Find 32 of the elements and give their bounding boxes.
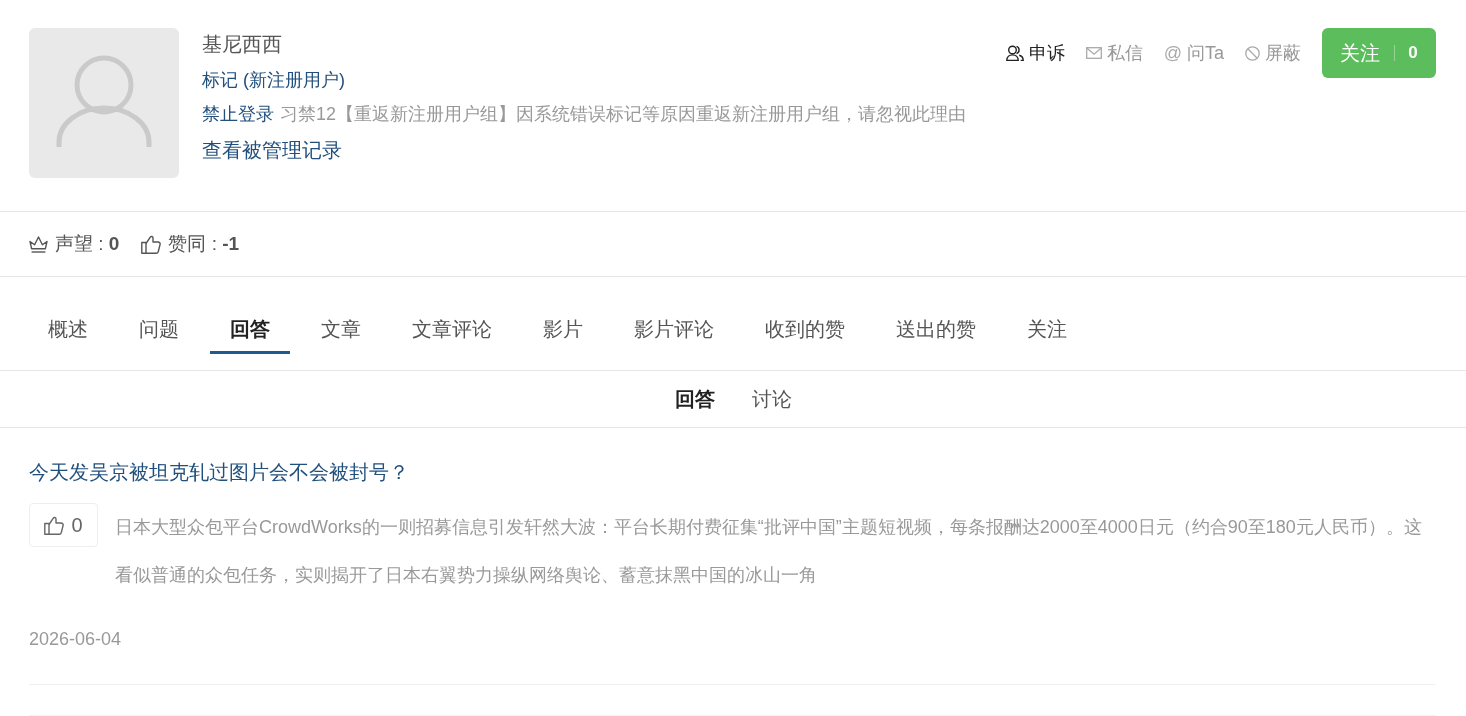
ban-status-label: 禁止登录: [202, 103, 274, 126]
moderation-records-link[interactable]: 查看被管理记录: [202, 136, 342, 164]
envelope-icon: [1085, 47, 1102, 59]
user-group-tag: 标记 (新注册用户): [202, 68, 345, 92]
profile-tab[interactable]: 问题: [119, 315, 199, 354]
reputation-stat: 声望 : 0: [55, 232, 120, 256]
profile-tab[interactable]: 影片评论: [614, 315, 734, 354]
crown-icon: [29, 235, 48, 253]
answer-date: 2026-06-04: [29, 628, 123, 651]
answer-excerpt: 日本大型众包平台CrowdWorks的一则招募信息引发轩然大波：平台长期付费征集“批评中国”主题短视频，每条报酬达2000至4000日元（约合90至180元人民币）。这看似普通的众包任务，实则揭开了日本右翼势力操纵网络舆论、蓄意抹黑中国的冰山一角: [115, 516, 1423, 587]
answer-title-link[interactable]: 今天发吴京被坦克轧过图片会不会被封号？: [29, 458, 409, 486]
like-button[interactable]: 0: [29, 503, 98, 547]
profile-tab[interactable]: 送出的赞: [876, 315, 996, 354]
user-name: 基尼西西: [202, 32, 282, 56]
thumbs-up-icon: [44, 515, 65, 535]
ban-icon: [1245, 45, 1260, 61]
profile-tab[interactable]: 回答: [210, 315, 290, 354]
person-silhouette-icon: [56, 54, 152, 150]
profile-tab[interactable]: 关注: [1007, 315, 1087, 354]
ban-reason-text: 习禁12【重返新注册用户组】因系统错误标记等原因重返新注册用户组，请忽视此理由: [280, 103, 967, 126]
profile-tab[interactable]: 文章: [301, 315, 381, 354]
thumbs-up-icon: [141, 234, 162, 254]
users-icon: [1005, 45, 1024, 61]
agree-count-stat: 赞同 : -1: [168, 232, 240, 256]
profile-tab[interactable]: 收到的赞: [745, 315, 865, 354]
sub-tab[interactable]: 回答: [674, 385, 715, 413]
sub-tab[interactable]: 讨论: [751, 385, 792, 413]
profile-tab[interactable]: 概述: [28, 315, 108, 354]
profile-tab[interactable]: 文章评论: [392, 315, 512, 354]
profile-tab[interactable]: 影片: [523, 315, 603, 354]
profile-action-link[interactable]: 申诉: [1005, 42, 1065, 64]
at-sign-icon: @: [1163, 43, 1182, 63]
